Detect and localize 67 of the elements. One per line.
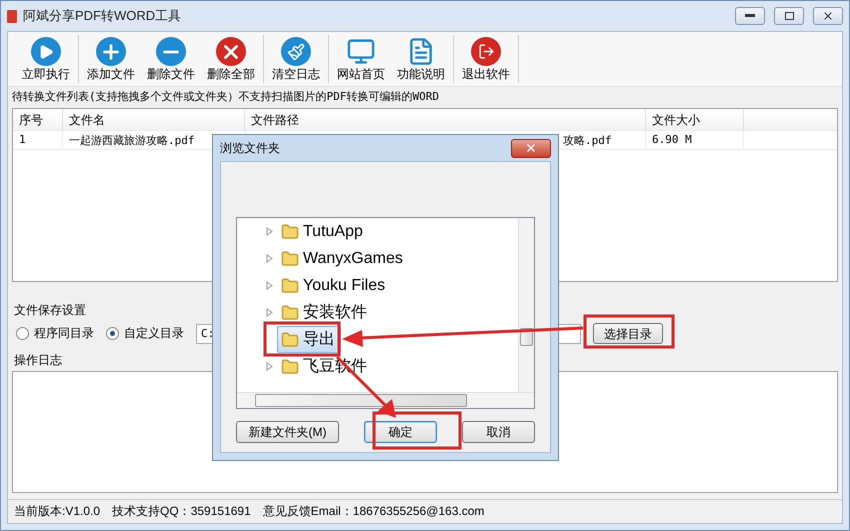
folder-item[interactable]: 导出 xyxy=(277,326,341,353)
column-header[interactable]: 序号 xyxy=(13,109,63,132)
radio-button[interactable] xyxy=(16,327,29,340)
dialog-button[interactable]: 新建文件夹(M) xyxy=(236,421,339,443)
window-title: 阿斌分享PDF转WORD工具 xyxy=(23,7,182,25)
choose-folder-button[interactable]: 选择目录 xyxy=(593,323,663,344)
close-button[interactable] xyxy=(511,138,551,158)
folder-icon xyxy=(281,250,299,268)
radio-option[interactable]: 自定义目录 xyxy=(106,325,184,342)
status-text: 技术支持QQ：359151691 xyxy=(112,503,251,520)
maximize-button[interactable] xyxy=(774,7,804,25)
table-cell: 6.90 M xyxy=(652,133,692,146)
section-label: 文件保存设置 xyxy=(14,302,86,319)
dialog-button[interactable]: 取消 xyxy=(462,421,535,443)
horizontal-scrollbar[interactable] xyxy=(237,392,534,408)
close-button[interactable] xyxy=(813,7,843,25)
column-header[interactable]: 文件路径 xyxy=(245,109,646,132)
maximize-icon xyxy=(784,12,794,20)
dialog-button[interactable]: 确定 xyxy=(364,421,437,443)
expand-icon[interactable] xyxy=(265,254,274,263)
app-icon xyxy=(7,10,17,22)
vertical-scrollbar[interactable] xyxy=(518,218,534,392)
minus-icon xyxy=(156,37,186,66)
expand-icon[interactable] xyxy=(265,308,274,317)
folder-icon xyxy=(281,222,299,240)
toolbar-button[interactable]: 添加文件 xyxy=(83,35,139,83)
radio-label: 自定义目录 xyxy=(124,325,184,342)
play-icon xyxy=(31,37,61,66)
folder-item[interactable]: 安装软件 xyxy=(277,299,373,326)
radio-option[interactable]: 程序同目录 xyxy=(16,325,94,342)
dialog-title: 浏览文件夹 xyxy=(220,140,280,156)
toolbar-button[interactable]: 删除全部 xyxy=(203,35,259,83)
status-text: 当前版本:V1.0.0 xyxy=(14,503,100,520)
folder-item[interactable]: TutuApp xyxy=(277,220,369,244)
close-icon xyxy=(822,10,834,22)
toolbar-button[interactable]: 删除文件 xyxy=(143,35,199,83)
close-icon xyxy=(525,142,537,154)
close-icon xyxy=(216,37,246,66)
table-cell: 攻略.pdf xyxy=(563,134,612,147)
toolbar-button[interactable]: 网站首页 xyxy=(333,35,389,83)
toolbar-button[interactable]: 清空日志 xyxy=(268,35,324,83)
folder-item[interactable]: WanyxGames xyxy=(277,246,409,270)
section-label: 操作日志 xyxy=(14,352,62,369)
status-text: 意见反馈Email：18676355256@163.com xyxy=(262,503,484,520)
minimize-icon xyxy=(745,14,755,18)
radio-button[interactable] xyxy=(106,327,119,340)
minimize-button[interactable] xyxy=(735,7,765,25)
brush-icon xyxy=(281,37,311,66)
folder-icon xyxy=(281,276,299,294)
toolbar-button[interactable]: 退出软件 xyxy=(458,35,514,83)
folder-icon xyxy=(281,304,299,322)
folder-icon xyxy=(281,330,299,348)
table-cell: 一起游西藏旅游攻略.pdf xyxy=(69,134,194,147)
toolbar-button[interactable]: 立即执行 xyxy=(18,35,74,83)
table-cell: 1 xyxy=(19,133,26,146)
column-header[interactable]: 文件名 xyxy=(63,109,245,132)
exit-icon xyxy=(471,37,501,66)
folder-item[interactable]: Youku Files xyxy=(277,274,392,298)
plus-icon xyxy=(96,37,126,66)
expand-icon[interactable] xyxy=(265,227,274,236)
radio-label: 程序同目录 xyxy=(34,325,94,342)
monitor-icon xyxy=(346,37,376,66)
file-list-caption: 待转换文件列表(支持拖拽多个文件或文件夹）不支持扫描图片的PDF转换可编辑的WORD xyxy=(11,89,440,105)
toolbar-button[interactable]: 功能说明 xyxy=(393,35,449,83)
folder-icon xyxy=(281,358,299,376)
annotation-arrow xyxy=(336,356,396,418)
column-header[interactable]: 文件大小 xyxy=(646,109,744,132)
